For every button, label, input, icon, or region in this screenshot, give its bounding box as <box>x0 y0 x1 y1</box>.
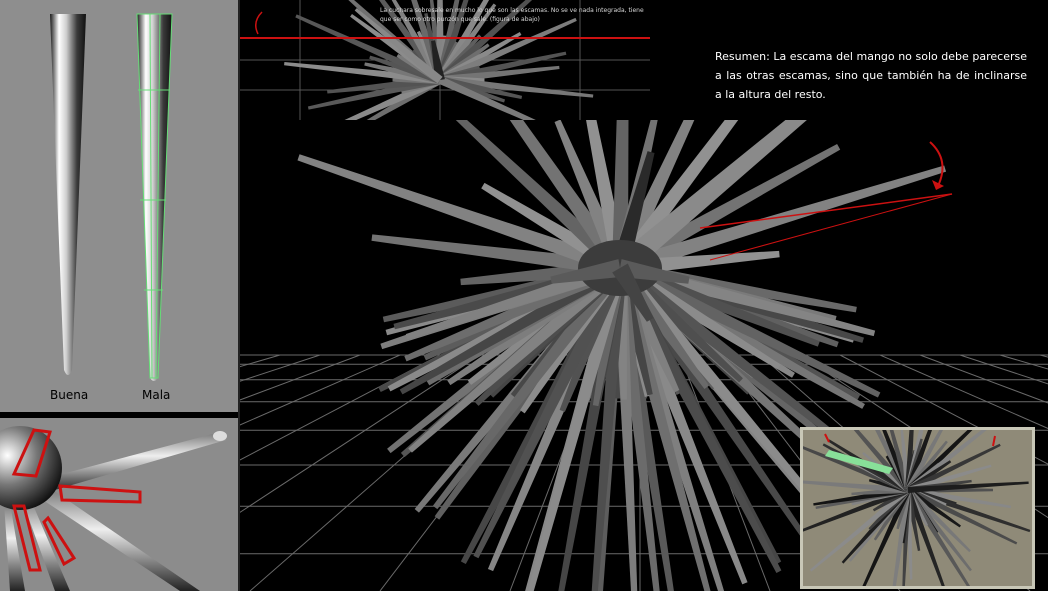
red-marker-icon <box>824 433 830 443</box>
spike-comparison-viewport: Buena Mala <box>0 0 238 412</box>
grid-line <box>240 354 321 382</box>
good-spike <box>50 14 86 375</box>
top-note: La cuchara sobresale en mucho lo que son… <box>380 7 644 23</box>
curved-arrow-icon <box>255 11 263 35</box>
grid-line <box>240 354 481 513</box>
summary-text: Resumen: La escama del mango no solo deb… <box>715 50 1027 101</box>
thumbnail-scene <box>803 430 1031 586</box>
curved-arrow-icon <box>929 141 944 187</box>
zoom-viewport <box>0 418 238 591</box>
spike-models <box>50 13 173 381</box>
label-good: Buena <box>50 388 89 402</box>
grid-line <box>1039 354 1048 358</box>
zoom-scene <box>0 426 227 591</box>
bad-spike <box>137 14 172 381</box>
label-bad: Mala <box>142 388 171 402</box>
red-marker-icon <box>992 435 996 447</box>
spike <box>297 154 623 276</box>
grid-line <box>240 354 281 368</box>
grid-line <box>240 354 401 426</box>
grid-line <box>240 354 441 461</box>
thumbnail-viewport <box>800 427 1035 589</box>
